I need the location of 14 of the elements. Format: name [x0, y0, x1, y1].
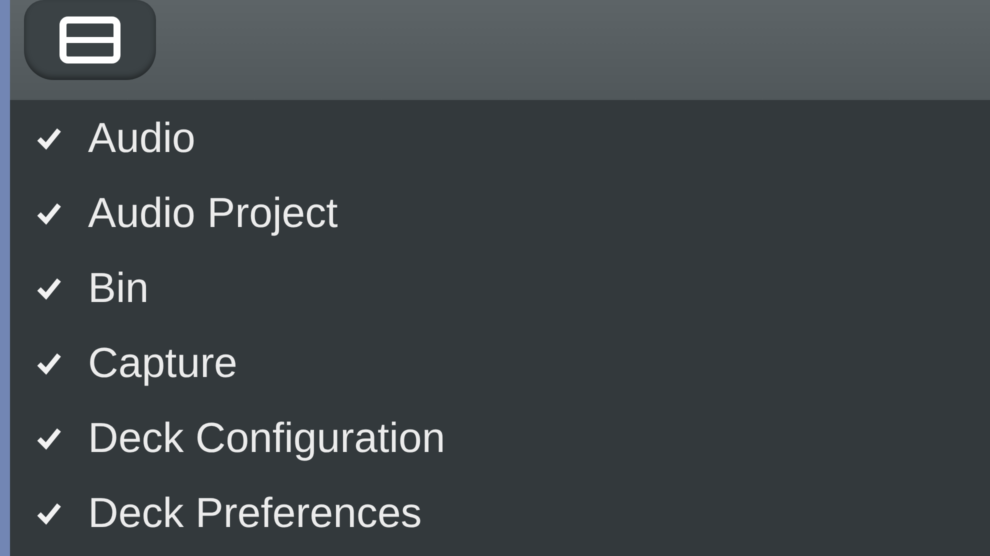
menu-item[interactable]: Deck Configuration [10, 400, 990, 475]
menu-item-label: Audio [88, 113, 196, 163]
menu-item[interactable]: Audio Project [10, 175, 990, 250]
menu-item[interactable]: Capture [10, 325, 990, 400]
menu-item-label: Deck Configuration [88, 413, 446, 463]
menu-item-label: Audio Project [88, 188, 338, 238]
menu-item[interactable]: Bin [10, 250, 990, 325]
menu-item[interactable]: Deck Preferences [10, 475, 990, 550]
menu-item-label: Deck Preferences [88, 488, 422, 538]
menu-button[interactable] [24, 0, 156, 80]
window-icon [59, 16, 121, 64]
menu-item[interactable]: Audio [10, 100, 990, 175]
menu-item-label: Bin [88, 263, 149, 313]
menu-item-label: Capture [88, 338, 238, 388]
